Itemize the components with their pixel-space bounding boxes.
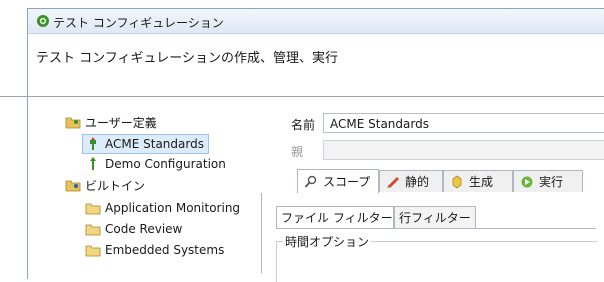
tab-static[interactable]: 静的 [379,170,443,192]
tree-item-acme-standards[interactable]: ACME Standards [82,134,209,154]
tab-label: 静的 [405,175,430,189]
title-bar[interactable]: テスト コンフィギュレーション [28,9,604,34]
window-title: テスト コンフィギュレーション [53,16,224,30]
subtab-bar: ファイル フィルター 行フィルター [276,206,596,229]
name-field-value: ACME Standards [330,117,429,131]
tree-item-label: Code Review [105,222,183,236]
name-field[interactable]: ACME Standards [323,113,604,133]
tree-item-embedded-systems[interactable]: Embedded Systems [85,241,224,259]
user-folder-icon [65,117,81,129]
subtab-file-filter[interactable]: ファイル フィルター [276,206,394,228]
tree-item-application-monitoring[interactable]: Application Monitoring [85,199,240,217]
folder-icon [85,203,101,215]
parent-label: 親 [291,145,304,159]
tree-group-builtin[interactable]: ビルトイン [65,176,145,194]
static-icon [387,176,399,188]
tab-bar: スコープ 静的 生成 実行 [261,169,604,194]
gear-icon [37,15,49,27]
tree-item-label: Application Monitoring [105,201,241,215]
config-icon [90,157,96,170]
tab-label: スコープ [323,175,371,189]
header-description: テスト コンフィギュレーションの作成、管理、実行 [36,51,338,66]
execute-icon [521,176,533,187]
subtab-line-filter[interactable]: 行フィルター [394,206,476,228]
tree-item-label: ACME Standards [105,137,204,151]
config-editor: 名前 ACME Standards 親 スコープ 静的 生成 実行 ファイル フ… [257,103,604,282]
name-label: 名前 [291,118,316,132]
tab-generate[interactable]: 生成 [443,170,513,192]
tree-group-label: ユーザー定義 [85,115,157,130]
tree-item-label: Demo Configuration [105,157,226,171]
time-options-group: 時間オプション [276,233,597,282]
tree-group-user-defined[interactable]: ユーザー定義 [65,113,157,131]
parent-field[interactable] [323,140,604,160]
tree-item-code-review[interactable]: Code Review [85,220,182,238]
tree-item-demo-configuration[interactable]: Demo Configuration [85,155,226,173]
tab-scope[interactable]: スコープ [297,169,379,193]
folder-icon [85,224,101,236]
tab-execute[interactable]: 実行 [513,170,583,192]
config-tree: ユーザー定義 ACME Standards Demo Configuration… [30,103,256,273]
builtin-folder-icon [65,180,81,192]
header-area: テスト コンフィギュレーションの作成、管理、実行 [28,34,604,104]
tab-label: 生成 [469,175,494,189]
scope-icon [304,175,317,188]
tab-label: 実行 [539,175,564,189]
subtab-label: 行フィルター [399,211,471,225]
config-icon [90,137,96,150]
tree-group-label: ビルトイン [85,178,146,193]
generate-icon [452,175,462,188]
group-label: 時間オプション [283,233,372,250]
subtab-label: ファイル フィルター [281,211,393,225]
header-separator [0,96,604,97]
tree-item-label: Embedded Systems [105,243,225,257]
scope-panel: ファイル フィルター 行フィルター 時間オプション [261,193,604,282]
folder-icon [85,245,101,257]
